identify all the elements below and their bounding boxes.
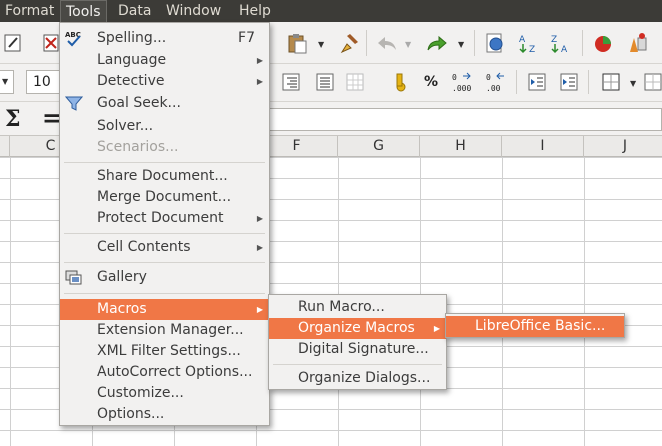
menu-item-digital-signature[interactable]: Digital Signature... (269, 339, 446, 360)
menu-item-options[interactable]: Options... (60, 404, 269, 425)
column-header[interactable]: J (584, 136, 662, 157)
funnel-icon (65, 95, 83, 112)
paste-dropdown-icon[interactable]: ▼ (318, 40, 324, 49)
submenu-arrow-icon: ▶ (256, 243, 263, 252)
align-right-icon[interactable] (278, 69, 304, 95)
menu-item-spelling[interactable]: ABC Spelling... F7 (60, 28, 269, 49)
background-color-icon[interactable] (640, 69, 662, 95)
menu-separator (64, 233, 265, 234)
menu-data[interactable]: Data (113, 0, 156, 22)
menu-item-macros[interactable]: Macros ▶ (60, 299, 269, 320)
menu-item-share-document[interactable]: Share Document... (60, 166, 269, 187)
tools-menu: ABC Spelling... F7 Language ▶ Detective … (59, 22, 270, 426)
submenu-arrow-icon: ▶ (256, 56, 263, 65)
undo-dropdown-icon[interactable]: ▼ (405, 40, 411, 49)
merge-cells-icon[interactable] (342, 69, 368, 95)
row-header-corner[interactable] (0, 136, 10, 157)
svg-text:0: 0 (486, 73, 491, 82)
column-header[interactable]: H (420, 136, 502, 157)
menu-format[interactable]: Format (0, 0, 59, 22)
percent-format-icon[interactable]: % (418, 69, 444, 95)
menu-item-solver[interactable]: Solver... (60, 116, 269, 137)
insert-pivot-table-icon[interactable] (624, 30, 650, 56)
hyperlink-icon[interactable] (482, 30, 508, 56)
grid-line (502, 157, 503, 446)
increase-indent-icon[interactable] (556, 69, 582, 95)
justify-icon[interactable] (312, 69, 338, 95)
menu-separator (64, 262, 265, 263)
menu-help[interactable]: Help (234, 0, 276, 22)
sort-descending-icon[interactable]: ZA (548, 30, 574, 56)
submenu-arrow-icon: ▶ (256, 214, 263, 223)
submenu-arrow-icon: ▶ (256, 305, 263, 314)
currency-format-icon[interactable] (386, 69, 412, 95)
svg-text:A: A (561, 45, 568, 54)
menu-separator (273, 364, 442, 365)
redo-dropdown-icon[interactable]: ▼ (458, 40, 464, 49)
organize-macros-submenu: LibreOffice Basic... (445, 313, 625, 338)
font-name-dropdown-icon[interactable]: ▼ (2, 77, 8, 86)
menu-item-xml-filter-settings[interactable]: XML Filter Settings... (60, 341, 269, 362)
menu-item-protect-document[interactable]: Protect Document ▶ (60, 208, 269, 229)
paste-icon[interactable] (284, 30, 310, 56)
gallery-icon (65, 269, 83, 286)
svg-text:Z: Z (551, 35, 557, 45)
add-decimal-icon[interactable]: 0 .000 (450, 69, 476, 95)
sort-ascending-icon[interactable]: AZ (516, 30, 542, 56)
menu-separator (64, 162, 265, 163)
menu-item-libreoffice-basic[interactable]: LibreOffice Basic... (446, 316, 624, 337)
menu-item-run-macro[interactable]: Run Macro... (269, 297, 446, 318)
borders-dropdown-icon[interactable]: ▼ (630, 79, 636, 88)
undo-icon[interactable] (374, 30, 400, 56)
menu-item-language[interactable]: Language ▶ (60, 50, 269, 71)
menu-item-merge-document[interactable]: Merge Document... (60, 187, 269, 208)
menu-item-autocorrect-options[interactable]: AutoCorrect Options... (60, 362, 269, 383)
grid-line (584, 157, 585, 446)
delete-decimal-icon[interactable]: 0.00 (484, 69, 510, 95)
menu-bar: Format Tools Data Window Help (0, 0, 662, 22)
menu-item-gallery[interactable]: Gallery (60, 267, 269, 288)
menu-item-detective[interactable]: Detective ▶ (60, 71, 269, 92)
menu-separator (64, 293, 265, 294)
insert-chart-icon[interactable] (590, 30, 616, 56)
sum-icon[interactable]: Σ (5, 106, 21, 132)
menu-item-customize[interactable]: Customize... (60, 383, 269, 404)
font-name-combobox[interactable]: ▼ (0, 70, 14, 94)
grid-line (10, 157, 11, 446)
menu-item-cell-contents[interactable]: Cell Contents ▶ (60, 237, 269, 258)
menu-item-goal-seek[interactable]: Goal Seek... (60, 93, 269, 114)
macros-submenu: Run Macro... Organize Macros ▶ Digital S… (268, 294, 447, 390)
clone-formatting-icon[interactable] (336, 30, 362, 56)
menu-item-organize-macros[interactable]: Organize Macros ▶ (269, 318, 446, 339)
menu-tools[interactable]: Tools (60, 0, 107, 22)
svg-text:A: A (519, 35, 526, 45)
svg-text:Z: Z (529, 45, 535, 54)
column-header[interactable]: I (502, 136, 584, 157)
menu-item-organize-dialogs[interactable]: Organize Dialogs... (269, 368, 446, 389)
formula-input[interactable] (268, 108, 662, 131)
redo-icon[interactable] (424, 30, 450, 56)
edit-file-icon[interactable] (0, 30, 26, 56)
svg-text:.000: .000 (452, 84, 471, 93)
spellcheck-abc-icon: ABC (65, 30, 83, 47)
decrease-indent-icon[interactable] (524, 69, 550, 95)
menu-window[interactable]: Window (161, 0, 226, 22)
menu-item-extension-manager[interactable]: Extension Manager... (60, 320, 269, 341)
menu-item-scenarios[interactable]: Scenarios... (60, 137, 269, 158)
borders-icon[interactable] (598, 69, 624, 95)
svg-text:0: 0 (452, 73, 457, 82)
svg-text:.00: .00 (486, 84, 501, 93)
submenu-arrow-icon: ▶ (256, 77, 263, 86)
submenu-arrow-icon: ▶ (433, 324, 440, 333)
column-header[interactable]: G (338, 136, 420, 157)
